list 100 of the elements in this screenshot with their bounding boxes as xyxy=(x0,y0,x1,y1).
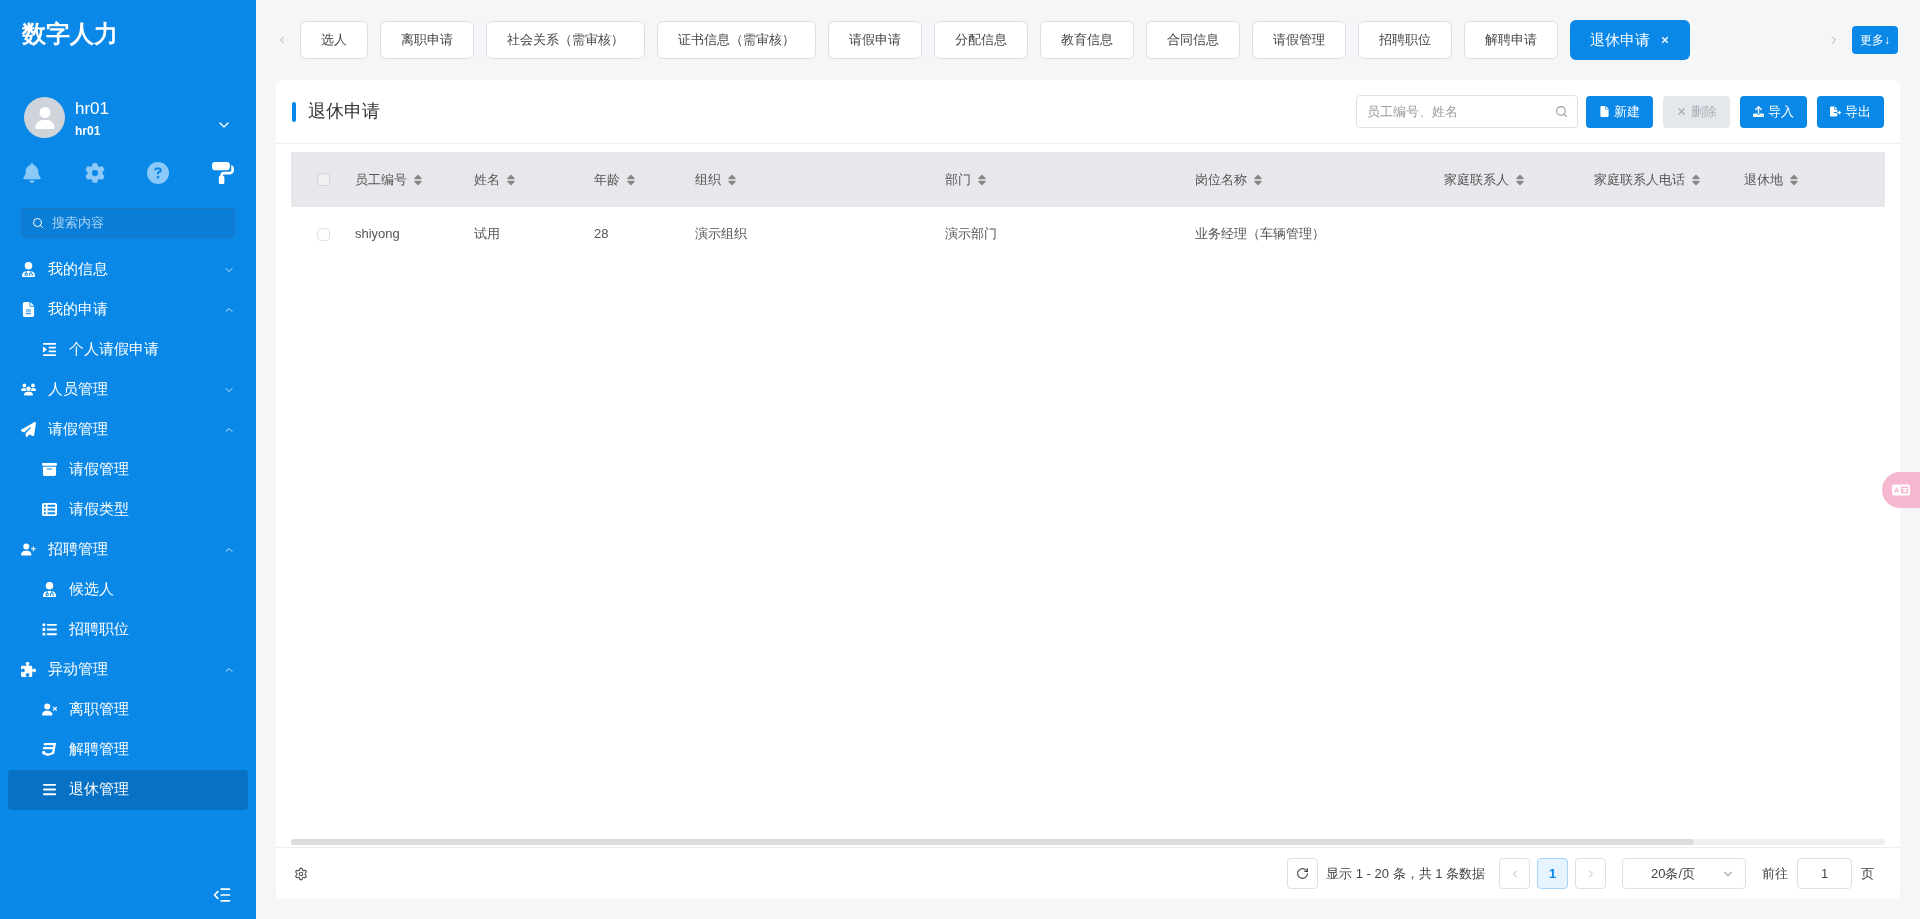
checkbox[interactable] xyxy=(316,173,330,186)
help-icon[interactable] xyxy=(147,161,170,184)
puzzle-icon xyxy=(21,662,36,677)
column-header[interactable]: 年龄 xyxy=(594,169,620,190)
person-silhouette-icon xyxy=(33,106,56,129)
page-tab[interactable]: 教育信息 xyxy=(1040,21,1134,59)
goto-page-field[interactable]: 1 xyxy=(1797,858,1852,889)
horizontal-scrollbar[interactable] xyxy=(291,839,1885,845)
menu-item[interactable]: 请假类型 xyxy=(8,489,248,530)
table-cell: 演示部门 xyxy=(945,226,997,242)
list-icon xyxy=(42,622,57,637)
menu-group-label: 我的申请 xyxy=(48,299,109,320)
user-x-icon xyxy=(42,702,57,717)
page-tab[interactable]: 合同信息 xyxy=(1146,21,1240,59)
close-icon xyxy=(1676,106,1687,117)
panel-title: 退休申请 xyxy=(308,100,381,123)
upload-icon xyxy=(1753,106,1764,117)
sort-icon[interactable] xyxy=(626,173,636,186)
close-icon[interactable] xyxy=(1660,35,1670,45)
menu-group[interactable]: 异动管理 xyxy=(8,649,248,690)
bell-icon[interactable] xyxy=(22,162,42,183)
column-header[interactable]: 员工编号 xyxy=(355,169,407,190)
column-header[interactable]: 部门 xyxy=(945,169,971,190)
table-cell: 演示组织 xyxy=(695,226,747,242)
page-tab[interactable]: 离职申请 xyxy=(380,21,474,59)
page-size-select[interactable]: 20条/页 xyxy=(1622,858,1746,889)
page-tab[interactable]: 社会关系（需审核） xyxy=(486,21,645,59)
menu-item[interactable]: 个人请假申请 xyxy=(8,329,248,370)
user-plus-icon xyxy=(21,542,36,557)
page-tab[interactable]: 请假管理 xyxy=(1252,21,1346,59)
page-tab[interactable]: 请假申请 xyxy=(828,21,922,59)
table-cell: 业务经理（车辆管理） xyxy=(1195,226,1325,242)
column-header[interactable]: 退休地 xyxy=(1744,169,1783,190)
menu-item[interactable]: 解聘管理 xyxy=(8,729,248,770)
refresh-icon xyxy=(1296,867,1310,880)
menu-group-label: 请假管理 xyxy=(48,419,109,440)
page-tab[interactable]: 解聘申请 xyxy=(1464,21,1558,59)
menu-group[interactable]: 请假管理 xyxy=(8,409,248,450)
menu-item[interactable]: 离职管理 xyxy=(8,689,248,730)
menu-group[interactable]: 人员管理 xyxy=(8,369,248,410)
page-tab[interactable]: 招聘职位 xyxy=(1358,21,1452,59)
person-icon xyxy=(42,582,57,597)
sort-icon[interactable] xyxy=(1691,173,1701,186)
export-icon xyxy=(1830,106,1841,117)
sort-icon[interactable] xyxy=(413,173,423,186)
menu-group-label: 我的信息 xyxy=(48,259,109,280)
paint-roller-icon[interactable] xyxy=(211,161,234,184)
page-button[interactable]: 1 xyxy=(1537,858,1568,889)
page-unit: 页 xyxy=(1861,864,1874,883)
menu-group[interactable]: 我的申请 xyxy=(8,289,248,330)
document-icon xyxy=(1599,106,1610,117)
column-header[interactable]: 岗位名称 xyxy=(1195,169,1247,190)
collapse-menu-icon[interactable] xyxy=(212,885,232,905)
menu-item[interactable]: 候选人 xyxy=(8,569,248,610)
goto-label: 前往 xyxy=(1762,864,1788,883)
app-title: 数字人力 xyxy=(20,19,119,49)
lines-icon xyxy=(42,782,57,797)
table-cell: 28 xyxy=(594,226,609,242)
pagination-summary: 显示 1 - 20 条，共 1 条数据 xyxy=(1326,864,1485,883)
paper-plane-icon xyxy=(21,422,36,437)
indent-icon xyxy=(42,342,57,357)
table-cell: 试用 xyxy=(474,226,500,242)
users-icon xyxy=(21,382,36,397)
column-header[interactable]: 家庭联系人电话 xyxy=(1594,169,1685,190)
menu-item[interactable]: 招聘职位 xyxy=(8,609,248,650)
sort-icon[interactable] xyxy=(1515,173,1525,186)
action-button[interactable]: 新建 xyxy=(1586,95,1653,128)
page-tab[interactable]: 选人 xyxy=(300,21,368,59)
archive-box-icon xyxy=(42,462,57,477)
page-tab[interactable]: 证书信息（需审核） xyxy=(657,21,816,59)
menu-group-label: 人员管理 xyxy=(48,379,109,400)
search-field[interactable]: 搜索内容 xyxy=(21,207,235,238)
sort-icon[interactable] xyxy=(727,173,737,186)
menu-item[interactable]: 请假管理 xyxy=(8,449,248,490)
column-header[interactable]: 家庭联系人 xyxy=(1444,169,1509,190)
menu-group[interactable]: 招聘管理 xyxy=(8,529,248,570)
checkbox[interactable] xyxy=(316,227,330,241)
page-tab[interactable]: 退休申请 xyxy=(1570,20,1690,60)
search-icon xyxy=(1555,105,1568,118)
user-name: hr01 xyxy=(75,98,111,120)
user-account: hr01 xyxy=(75,122,102,140)
action-button[interactable]: 导出 xyxy=(1817,95,1884,128)
settings-icon[interactable] xyxy=(294,866,308,881)
more-button[interactable]: 更多↓ xyxy=(1852,26,1898,54)
page-tab[interactable]: 分配信息 xyxy=(934,21,1028,59)
action-button[interactable]: 导入 xyxy=(1740,95,1807,128)
menu-item[interactable]: 退休管理 xyxy=(8,769,248,810)
column-header[interactable]: 姓名 xyxy=(474,169,500,190)
translate-button[interactable] xyxy=(1882,472,1920,508)
table-cell: shiyong xyxy=(355,226,400,242)
document-icon xyxy=(21,302,36,317)
sort-icon[interactable] xyxy=(977,173,987,186)
menu-group-label: 异动管理 xyxy=(48,659,109,680)
sort-icon[interactable] xyxy=(1253,173,1263,186)
column-header[interactable]: 组织 xyxy=(695,169,721,190)
sort-icon[interactable] xyxy=(1789,173,1799,186)
person-icon xyxy=(21,262,36,277)
refresh-button[interactable] xyxy=(1287,858,1319,889)
menu-group[interactable]: 我的信息 xyxy=(8,249,248,290)
sort-icon[interactable] xyxy=(506,173,516,186)
